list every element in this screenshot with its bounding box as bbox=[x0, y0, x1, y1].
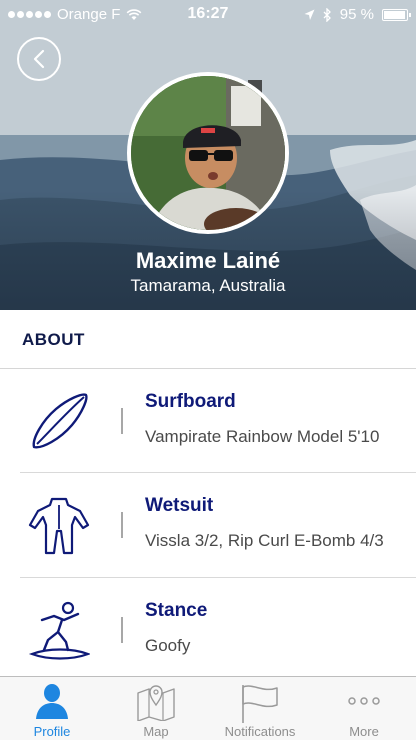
surfboard-icon bbox=[32, 393, 88, 449]
profile-header: Orange F 16:27 95 % Maxime Lainé Tamaram… bbox=[0, 0, 416, 310]
about-item-surfboard: Surfboard Vampirate Rainbow Model 5'10 bbox=[0, 369, 416, 473]
avatar bbox=[127, 72, 289, 234]
row-separator bbox=[121, 617, 123, 643]
battery-percent: 95 % bbox=[339, 6, 374, 23]
tab-profile-label: Profile bbox=[33, 724, 71, 739]
wetsuit-icon bbox=[28, 497, 90, 555]
about-item-wetsuit: Wetsuit Vissla 3/2, Rip Curl E-Bomb 4/3 bbox=[0, 473, 416, 577]
surfer-stance-icon bbox=[28, 601, 90, 660]
flag-icon bbox=[242, 685, 278, 723]
status-bar: Orange F 16:27 95 % bbox=[0, 0, 416, 30]
tab-map[interactable]: Map bbox=[104, 677, 208, 740]
battery-icon bbox=[382, 8, 411, 21]
stance-value: Goofy bbox=[145, 636, 191, 655]
profile-name: Maxime Lainé bbox=[135, 248, 281, 273]
profile-photo bbox=[131, 76, 285, 230]
tab-notifications[interactable]: Notifications bbox=[208, 677, 312, 740]
stance-label: Stance bbox=[145, 600, 208, 621]
map-icon bbox=[137, 685, 175, 721]
surfboard-value: Vampirate Rainbow Model 5'10 bbox=[145, 427, 380, 446]
profile-location: Tamarama, Australia bbox=[130, 276, 286, 295]
about-heading: ABOUT bbox=[22, 330, 85, 349]
tab-more[interactable]: More bbox=[312, 677, 416, 740]
bluetooth-icon bbox=[323, 7, 331, 22]
wetsuit-value: Vissla 3/2, Rip Curl E-Bomb 4/3 bbox=[145, 531, 384, 550]
chevron-left-icon bbox=[33, 49, 45, 69]
wetsuit-label: Wetsuit bbox=[145, 495, 214, 516]
row-separator bbox=[121, 408, 123, 434]
row-separator bbox=[121, 512, 123, 538]
tab-notifications-label: Notifications bbox=[224, 724, 296, 739]
surfboard-label: Surfboard bbox=[145, 391, 236, 412]
tab-profile[interactable]: Profile bbox=[0, 677, 104, 740]
location-arrow-icon bbox=[304, 9, 315, 20]
tab-more-label: More bbox=[349, 724, 379, 739]
person-icon bbox=[36, 684, 68, 719]
about-item-stance: Stance Goofy bbox=[0, 578, 416, 682]
tab-map-label: Map bbox=[143, 724, 169, 739]
tab-bar: Profile Map Notifications More bbox=[0, 676, 416, 740]
more-dots-icon bbox=[348, 697, 380, 705]
back-button[interactable] bbox=[17, 37, 61, 81]
